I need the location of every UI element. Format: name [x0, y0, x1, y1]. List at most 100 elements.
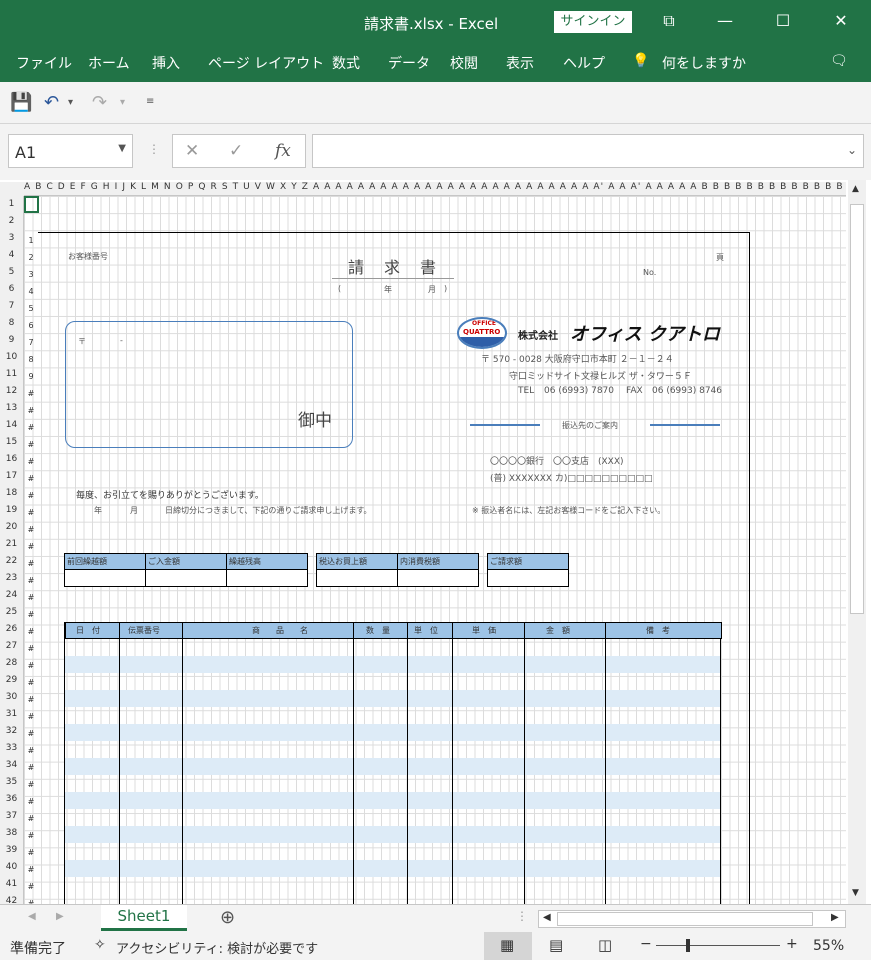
- summary-value-prev[interactable]: [64, 569, 146, 587]
- tab-review[interactable]: 校閲: [450, 53, 478, 73]
- row-header[interactable]: 19: [0, 502, 23, 519]
- select-all-corner[interactable]: [0, 182, 24, 196]
- row-header[interactable]: 35: [0, 774, 23, 791]
- page-break-preview-icon[interactable]: ◫: [598, 936, 612, 954]
- row-header[interactable]: 24: [0, 587, 23, 604]
- close-icon[interactable]: ✕: [826, 8, 856, 34]
- summary-value-paid[interactable]: [145, 569, 227, 587]
- tab-home[interactable]: ホーム: [88, 53, 130, 73]
- table-row[interactable]: [65, 690, 720, 707]
- row-header[interactable]: 18: [0, 485, 23, 502]
- row-header[interactable]: 22: [0, 553, 23, 570]
- column-headers[interactable]: A B C D E F G H I J K L M N O P Q R S T …: [24, 182, 846, 196]
- row-header[interactable]: 13: [0, 400, 23, 417]
- accessibility-icon[interactable]: ✧: [94, 937, 106, 953]
- row-header[interactable]: 21: [0, 536, 23, 553]
- summary-value-tax[interactable]: [397, 569, 479, 587]
- row-header[interactable]: 39: [0, 842, 23, 859]
- row-header[interactable]: 16: [0, 451, 23, 468]
- row-header[interactable]: 5: [0, 264, 23, 281]
- tell-me-search[interactable]: 何をしますか: [662, 53, 746, 73]
- summary-value-purchase[interactable]: [316, 569, 398, 587]
- zoom-slider[interactable]: [656, 945, 780, 946]
- normal-view-button[interactable]: ▦: [484, 932, 532, 960]
- zoom-in-icon[interactable]: +: [786, 936, 798, 952]
- zoom-out-icon[interactable]: −: [640, 936, 652, 952]
- tab-file[interactable]: ファイル: [16, 53, 72, 73]
- signin-button[interactable]: サインイン: [554, 11, 632, 33]
- customize-qat-icon[interactable]: ≡: [146, 96, 154, 107]
- detail-table[interactable]: 日 付 伝票番号 商 品 名 数 量 単 位 単 価 金 額 備 考: [64, 622, 722, 904]
- row-header[interactable]: 11: [0, 366, 23, 383]
- row-header[interactable]: 34: [0, 757, 23, 774]
- row-header[interactable]: 37: [0, 808, 23, 825]
- row-header[interactable]: 10: [0, 349, 23, 366]
- tab-scroll-left-icon[interactable]: ◀: [28, 911, 36, 922]
- zoom-slider-thumb[interactable]: [686, 939, 690, 952]
- summary-value-balance[interactable]: [226, 569, 308, 587]
- maximize-icon[interactable]: ☐: [768, 8, 798, 34]
- row-header[interactable]: 29: [0, 672, 23, 689]
- table-row[interactable]: [65, 724, 720, 741]
- row-header[interactable]: 28: [0, 655, 23, 672]
- row-header[interactable]: 20: [0, 519, 23, 536]
- table-row[interactable]: [65, 758, 720, 775]
- insert-function-icon[interactable]: fx: [275, 141, 291, 161]
- add-sheet-icon[interactable]: ⊕: [220, 907, 235, 928]
- row-header[interactable]: 1: [0, 196, 23, 213]
- row-header[interactable]: 14: [0, 417, 23, 434]
- row-header[interactable]: 31: [0, 706, 23, 723]
- row-header[interactable]: 25: [0, 604, 23, 621]
- row-header[interactable]: 32: [0, 723, 23, 740]
- horizontal-scroll-thumb[interactable]: [557, 912, 813, 926]
- hscroll-left-icon[interactable]: ◀: [543, 912, 551, 923]
- chevron-down-icon[interactable]: ▼: [118, 143, 126, 154]
- page-layout-view-icon[interactable]: ▤: [549, 936, 563, 954]
- scroll-up-icon[interactable]: ▲: [852, 184, 859, 194]
- row-header[interactable]: 4: [0, 247, 23, 264]
- row-header[interactable]: 33: [0, 740, 23, 757]
- row-header[interactable]: 40: [0, 859, 23, 876]
- vertical-scrollbar[interactable]: ▲ ▼: [848, 180, 866, 904]
- row-header[interactable]: 15: [0, 434, 23, 451]
- tab-scroll-right-icon[interactable]: ▶: [56, 911, 64, 922]
- row-header[interactable]: 26: [0, 621, 23, 638]
- row-header[interactable]: 8: [0, 315, 23, 332]
- tab-data[interactable]: データ: [388, 53, 430, 73]
- row-header[interactable]: 7: [0, 298, 23, 315]
- row-header[interactable]: 2: [0, 213, 23, 230]
- minimize-icon[interactable]: —: [710, 8, 740, 34]
- table-row[interactable]: [65, 860, 720, 877]
- row-header[interactable]: 30: [0, 689, 23, 706]
- table-row[interactable]: [65, 826, 720, 843]
- row-header[interactable]: 12: [0, 383, 23, 400]
- hscroll-right-icon[interactable]: ▶: [831, 912, 839, 923]
- formula-input[interactable]: ⌄: [312, 134, 864, 168]
- row-header[interactable]: 3: [0, 230, 23, 247]
- row-header[interactable]: 6: [0, 281, 23, 298]
- row-header[interactable]: 41: [0, 876, 23, 893]
- redo-icon[interactable]: ↷: [92, 92, 107, 113]
- sheet-tab-sheet1[interactable]: Sheet1: [101, 905, 187, 931]
- row-header[interactable]: 36: [0, 791, 23, 808]
- tab-formulas[interactable]: 数式: [332, 53, 360, 73]
- summary-value-total[interactable]: [487, 569, 569, 587]
- tab-insert[interactable]: 挿入: [152, 53, 180, 73]
- cancel-icon[interactable]: ✕: [185, 141, 199, 161]
- vertical-scroll-thumb[interactable]: [850, 204, 864, 614]
- tab-help[interactable]: ヘルプ: [563, 53, 605, 73]
- redo-dropdown-icon[interactable]: ▾: [120, 97, 125, 108]
- scroll-down-icon[interactable]: ▼: [852, 888, 859, 898]
- tab-page-layout[interactable]: ページ レイアウト: [208, 53, 324, 73]
- row-header[interactable]: 38: [0, 825, 23, 842]
- row-header[interactable]: 42: [0, 893, 23, 904]
- tab-view[interactable]: 表示: [506, 53, 534, 73]
- active-cell[interactable]: [24, 196, 39, 213]
- row-header[interactable]: 23: [0, 570, 23, 587]
- table-row[interactable]: [65, 656, 720, 673]
- row-headers[interactable]: 1 2 3 4 5 6 7 8 9 10 11 12 13 14 15 16 17 18 19 20 21 22 23 24 2…: [0, 196, 24, 904]
- table-row[interactable]: [65, 792, 720, 809]
- name-box[interactable]: A1 ▼: [8, 134, 133, 168]
- enter-icon[interactable]: ✓: [229, 141, 243, 161]
- splitter-icon[interactable]: ⋮: [516, 909, 528, 923]
